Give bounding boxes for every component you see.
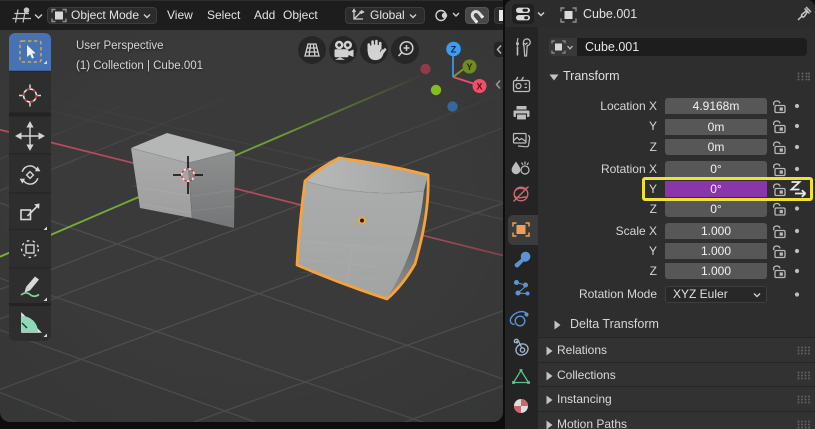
svg-text:Z: Z (451, 45, 457, 55)
svg-text:X: X (476, 82, 482, 92)
svg-text:Y: Y (466, 62, 472, 72)
